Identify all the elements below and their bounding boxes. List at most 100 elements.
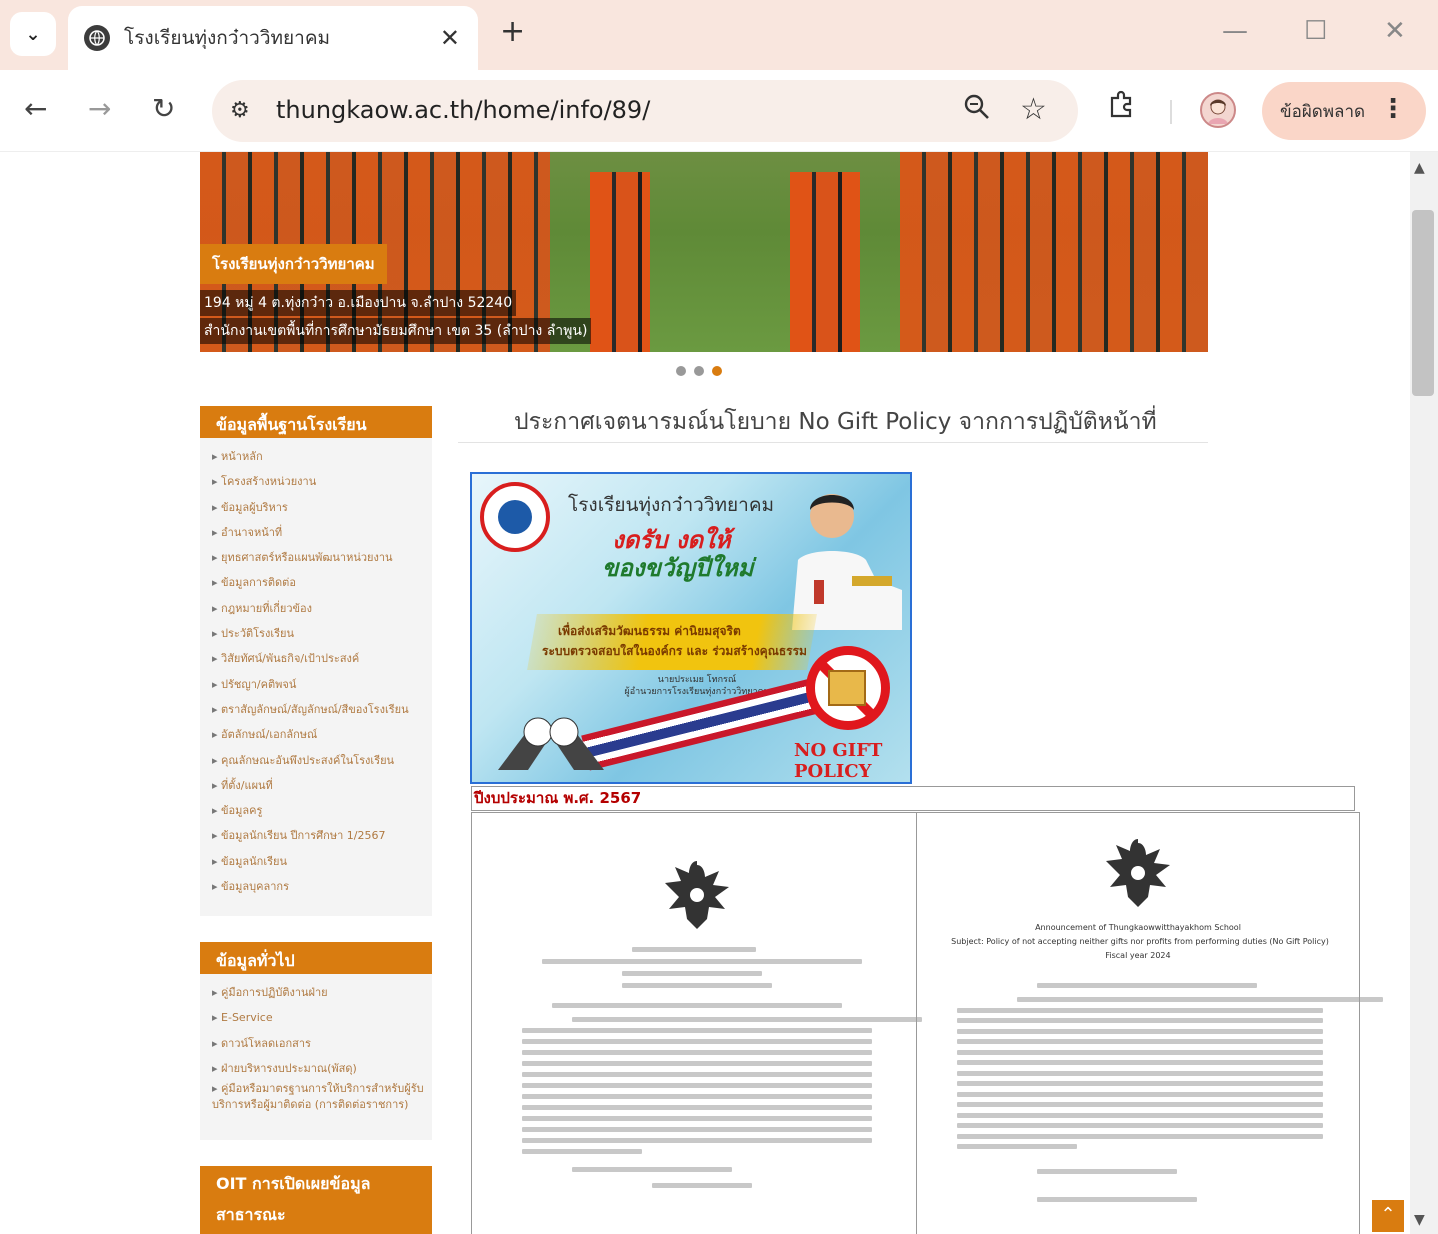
sidebar-item[interactable]: ยุทธศาสตร์หรือแผนพัฒนาหน่วยงาน	[212, 545, 432, 570]
document-text-line	[957, 1144, 1077, 1149]
close-tab-icon[interactable]: ✕	[440, 24, 460, 52]
back-arrow-icon[interactable]: ←	[24, 92, 47, 125]
doc-en-title-1: Announcement of Thungkaowwitthayakhom Sc…	[1035, 923, 1241, 932]
sidebar-item[interactable]: คุณลักษณะอันพึงประสงค์ในโรงเรียน	[212, 748, 432, 773]
school-logo	[480, 482, 550, 552]
no-gift-label: NO GIFT POLICY	[794, 740, 883, 782]
sidebar-item[interactable]: ปรัชญา/คติพจน์	[212, 672, 432, 697]
maximize-icon[interactable]: ☐	[1304, 16, 1327, 46]
sidebar-item[interactable]: วิสัยทัศน์/พันธกิจ/เป้าประสงค์	[212, 646, 432, 671]
sidebar-heading: ข้อมูลพื้นฐานโรงเรียน	[200, 406, 432, 438]
scroll-down-icon[interactable]: ▼	[1414, 1212, 1425, 1228]
poster-headline-green: ของขวัญปีใหม่	[602, 554, 754, 582]
page-viewport: โรงเรียนทุ่งกว๋าววิทยาคม 194 หมู่ 4 ต.ทุ…	[0, 152, 1410, 1234]
site-info-icon[interactable]: ⚙	[230, 98, 250, 123]
document-text-line	[522, 1149, 642, 1154]
address-bar[interactable]: ⚙ thungkaow.ac.th/home/info/89/ ☆	[212, 80, 1078, 142]
globe-icon	[84, 25, 110, 51]
slider-dot[interactable]	[694, 366, 704, 376]
garuda-emblem-icon	[1106, 839, 1170, 907]
minimize-icon[interactable]: —	[1222, 16, 1248, 46]
students-row-center-left	[590, 172, 650, 352]
poster-subline-1: เพื่อส่งเสริมวัฒนธรรม ค่านิยมสุจริต	[558, 624, 741, 638]
scrollbar-thumb[interactable]	[1412, 210, 1434, 396]
slider-dot-active[interactable]	[712, 366, 722, 376]
error-menu-button[interactable]: ข้อผิดพลาด ⋮	[1262, 82, 1426, 140]
extensions-icon[interactable]	[1108, 90, 1136, 125]
url-text[interactable]: thungkaow.ac.th/home/info/89/	[276, 96, 650, 124]
sidebar-item[interactable]: อัตลักษณ์/เอกลักษณ์	[212, 722, 432, 747]
document-text-line	[957, 1060, 1323, 1065]
document-text-line	[1037, 1169, 1177, 1174]
document-text-line	[957, 1049, 1323, 1055]
sidebar-item[interactable]: อำนาจหน้าที่	[212, 520, 432, 545]
sidebar-item[interactable]: คู่มือหรือมาตรฐานการให้บริการสำหรับผู้รั…	[212, 1081, 432, 1113]
sidebar-item[interactable]: E-Service	[212, 1005, 432, 1030]
banner-school-name: โรงเรียนทุ่งกว๋าววิทยาคม	[200, 244, 387, 284]
zoom-icon[interactable]	[964, 94, 990, 127]
document-text-line	[522, 1105, 872, 1110]
document-text-line	[522, 1083, 872, 1088]
sidebar-heading-continued: สาธารณะ	[200, 1197, 432, 1234]
window-close-icon[interactable]: ✕	[1384, 16, 1406, 46]
more-menu-icon[interactable]: ⋮	[1380, 94, 1406, 124]
document-text-line	[542, 959, 862, 964]
reload-icon[interactable]: ↻	[152, 92, 175, 125]
document-text-line	[632, 947, 756, 952]
sidebar-list: คู่มือการปฏิบัติงานฝ่ายE-Serviceดาวน์โหล…	[200, 974, 432, 1121]
sidebar-item[interactable]: ประวัติโรงเรียน	[212, 621, 432, 646]
sidebar-item[interactable]: ข้อมูลนักเรียน	[212, 849, 432, 874]
forward-arrow-icon[interactable]: →	[88, 92, 111, 125]
tab-search-button[interactable]: ⌄	[10, 12, 56, 56]
announcement-thai[interactable]	[472, 813, 922, 1234]
sidebar-oit[interactable]: OIT การเปิดเผยข้อมูล สาธารณะ	[200, 1166, 432, 1234]
sidebar-item[interactable]: ข้อมูลนักเรียน ปีการศึกษา 1/2567	[212, 823, 432, 848]
sidebar-item[interactable]: ตราสัญลักษณ์/สัญลักษณ์/สีของโรงเรียน	[212, 697, 432, 722]
director-photo	[792, 494, 902, 630]
sidebar-item[interactable]: ดาวน์โหลดเอกสาร	[212, 1031, 432, 1056]
document-text-line	[522, 1138, 872, 1143]
sidebar-item[interactable]: ข้อมูลผู้บริหาร	[212, 495, 432, 520]
sidebar-item[interactable]: ข้อมูลบุคลากร	[212, 874, 432, 899]
document-text-line	[572, 1167, 732, 1172]
browser-tab-bar: ⌄ โรงเรียนทุ่งกว๋าววิทยาคม ✕ + — ☐ ✕	[0, 0, 1438, 70]
error-label: ข้อผิดพลาด	[1280, 101, 1366, 122]
no-gift-poster[interactable]: โรงเรียนทุ่งกว๋าววิทยาคม งดรับ งดให้ ของ…	[470, 472, 912, 784]
document-text-line	[957, 1133, 1323, 1139]
document-text-line	[522, 1072, 872, 1077]
document-text-line	[957, 1070, 1323, 1076]
page-title: ประกาศเจตนารมณ์นโยบาย No Gift Policy จาก…	[514, 409, 1157, 435]
back-to-top-button[interactable]: ⌃	[1372, 1200, 1404, 1232]
sidebar-list: หน้าหลักโครงสร้างหน่วยงานข้อมูลผู้บริหาร…	[200, 438, 432, 907]
budget-year-label: ปีงบประมาณ พ.ศ. 2567	[474, 789, 642, 807]
new-tab-button[interactable]: +	[500, 14, 525, 49]
sidebar-item[interactable]: โครงสร้างหน่วยงาน	[212, 469, 432, 494]
sidebar-item[interactable]: คู่มือการปฏิบัติงานฝ่าย	[212, 980, 432, 1005]
sidebar-item[interactable]: กฎหมายที่เกี่ยวข้อง	[212, 596, 432, 621]
slider-dot[interactable]	[676, 366, 686, 376]
title-divider	[458, 442, 1208, 443]
announcement-english[interactable]: Announcement of Thungkaowwitthayakhom Sc…	[917, 813, 1383, 1234]
profile-avatar[interactable]	[1200, 92, 1236, 128]
sidebar-item[interactable]: ที่ตั้ง/แผนที่	[212, 773, 432, 798]
crossed-hands-icon	[498, 717, 604, 770]
sidebar-heading: ข้อมูลทั่วไป	[200, 942, 432, 974]
document-text-line	[957, 1091, 1323, 1097]
document-text-line	[957, 1102, 1323, 1107]
sidebar-item[interactable]: ฝ่ายบริหารงบประมาณ(พัสดุ)	[212, 1056, 432, 1081]
students-row-center-right	[790, 172, 860, 352]
document-text-line	[552, 1003, 842, 1008]
sidebar-item[interactable]: หน้าหลัก	[212, 444, 432, 469]
document-text-line	[957, 1018, 1323, 1023]
sidebar-heading: OIT การเปิดเผยข้อมูล	[200, 1166, 432, 1197]
bookmark-star-icon[interactable]: ☆	[1020, 92, 1047, 127]
tab-title: โรงเรียนทุ่งกว๋าววิทยาคม	[124, 27, 331, 49]
scroll-up-icon[interactable]: ▲	[1414, 160, 1425, 176]
browser-tab[interactable]: โรงเรียนทุ่งกว๋าววิทยาคม ✕	[68, 6, 478, 70]
sidebar-item[interactable]: ข้อมูลครู	[212, 798, 432, 823]
budget-year-bar: ปีงบประมาณ พ.ศ. 2567	[471, 786, 1355, 811]
document-text-line	[957, 1028, 1323, 1034]
banner-slider: โรงเรียนทุ่งกว๋าววิทยาคม 194 หมู่ 4 ต.ทุ…	[200, 152, 1208, 352]
sidebar-item[interactable]: ข้อมูลการติดต่อ	[212, 570, 432, 595]
chevron-down-icon: ⌄	[25, 23, 41, 45]
